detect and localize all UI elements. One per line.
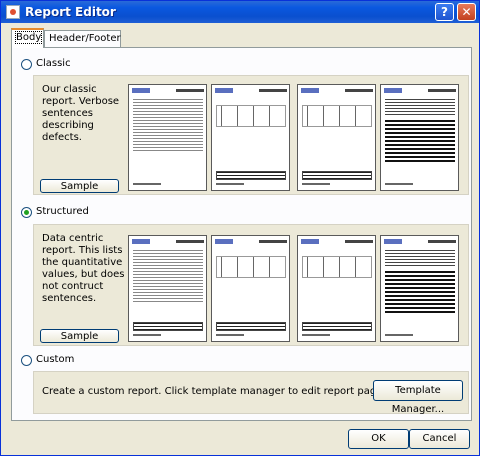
window-title: Report Editor	[25, 5, 116, 19]
app-icon	[6, 5, 20, 19]
tab-header-footer-label: Header/Footer	[49, 33, 121, 44]
custom-label[interactable]: Custom	[36, 354, 74, 365]
classic-sample-button[interactable]: Sample	[40, 179, 119, 193]
classic-thumbnail-2	[211, 84, 290, 191]
structured-group: Data centric report. This lists the quan…	[33, 224, 469, 346]
body-tab-panel: Classic Our classic report. Verbose sent…	[11, 47, 472, 421]
tab-body-label: Body	[14, 31, 43, 44]
help-button[interactable]: ?	[435, 3, 454, 21]
structured-thumbnail-2	[211, 235, 290, 342]
tab-body[interactable]: Body	[11, 28, 44, 48]
classic-description: Our classic report. Verbose sentences de…	[42, 84, 120, 143]
classic-thumbnail-3	[297, 84, 376, 191]
structured-label[interactable]: Structured	[36, 206, 89, 217]
structured-thumbnail-1	[128, 235, 207, 342]
cancel-button[interactable]: Cancel	[409, 429, 470, 449]
custom-description: Create a custom report. Click template m…	[42, 386, 391, 397]
custom-group: Create a custom report. Click template m…	[33, 371, 469, 415]
ok-button[interactable]: OK	[348, 429, 409, 449]
classic-radio[interactable]	[21, 59, 32, 70]
structured-radio[interactable]	[21, 207, 32, 218]
structured-description: Data centric report. This lists the quan…	[42, 233, 125, 304]
classic-group: Our classic report. Verbose sentences de…	[33, 75, 469, 195]
close-button[interactable]: ✕	[457, 3, 476, 21]
classic-thumbnail-4	[380, 84, 459, 191]
tab-header-footer[interactable]: Header/Footer	[44, 30, 121, 47]
structured-sample-button[interactable]: Sample	[40, 329, 119, 343]
custom-radio[interactable]	[21, 355, 32, 366]
structured-thumbnail-4	[380, 235, 459, 342]
template-manager-button[interactable]: Template Manager...	[373, 380, 463, 415]
report-editor-window: Report Editor ? ✕ Body Header/Footer Cla…	[0, 0, 480, 456]
classic-thumbnail-1	[128, 84, 207, 191]
title-bar[interactable]: Report Editor ? ✕	[1, 1, 479, 23]
structured-thumbnail-3	[297, 235, 376, 342]
classic-label[interactable]: Classic	[36, 58, 71, 69]
